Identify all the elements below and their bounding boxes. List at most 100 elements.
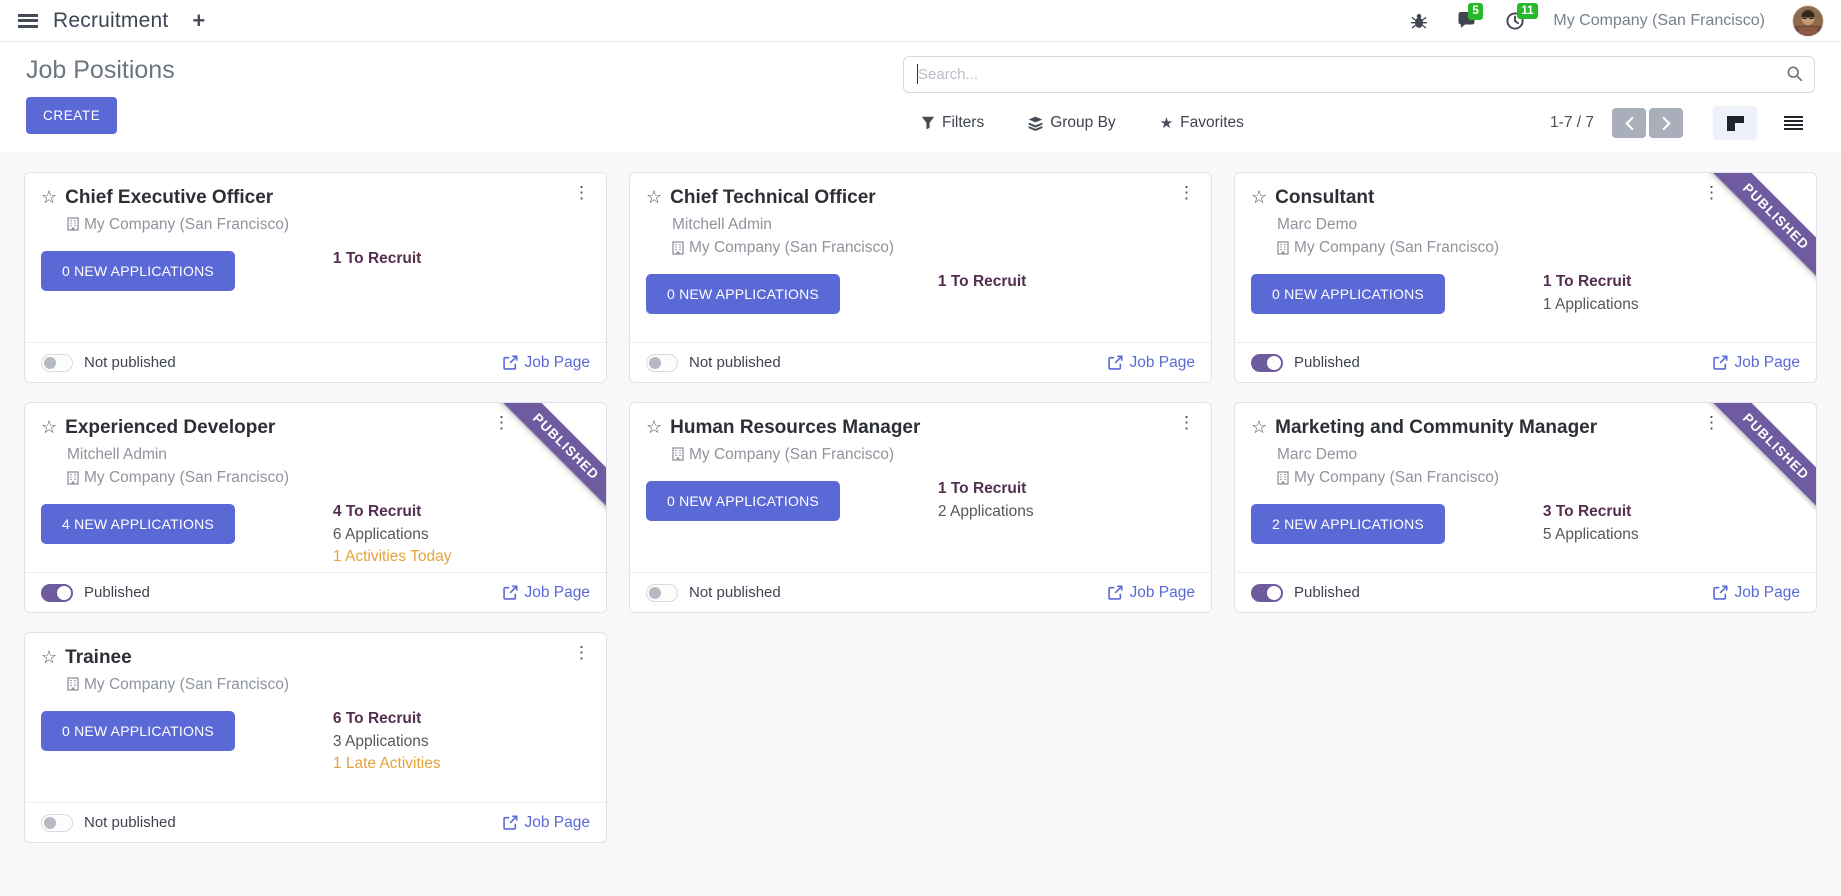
plus-icon[interactable]: + (192, 10, 205, 32)
card-footer: Not published Job Page (630, 342, 1211, 382)
search-icon[interactable] (1786, 65, 1803, 87)
app-title: Recruitment (53, 9, 168, 33)
favorite-star-icon[interactable]: ☆ (41, 646, 57, 669)
favorite-star-icon[interactable]: ☆ (1251, 416, 1267, 439)
applications-stat[interactable]: 1 Applications (1543, 297, 1639, 313)
card-footer: Published Job Page (25, 572, 606, 612)
pager-next-button[interactable] (1649, 108, 1683, 138)
control-panel: Job Positions CREATE Filters Group By ★ … (0, 42, 1841, 152)
kebab-menu-icon[interactable]: ⋮ (573, 644, 590, 661)
new-applications-button[interactable]: 2 NEW APPLICATIONS (1251, 504, 1445, 544)
user-avatar[interactable] (1793, 6, 1823, 36)
list-view-button[interactable] (1771, 106, 1815, 140)
company-name: My Company (San Francisco) (689, 236, 894, 259)
kebab-menu-icon[interactable]: ⋮ (493, 414, 510, 431)
favorite-star-icon[interactable]: ☆ (646, 186, 662, 209)
publish-status-label: Published (1294, 354, 1360, 371)
publish-toggle[interactable] (41, 354, 73, 372)
activity-stat[interactable]: 1 Late Activities (333, 756, 441, 772)
building-icon (672, 447, 684, 461)
publish-toggle[interactable] (1251, 354, 1283, 372)
publish-toggle[interactable] (646, 584, 678, 602)
building-icon (1277, 241, 1289, 255)
kanban-view-button[interactable] (1713, 106, 1757, 140)
apps-menu-icon[interactable] (18, 14, 38, 28)
to-recruit-stat: 1 To Recruit (333, 251, 421, 267)
publish-status-label: Published (84, 584, 150, 601)
job-title: Consultant (1275, 186, 1374, 210)
recruiter-name: Marc Demo (1277, 443, 1357, 466)
company-name: My Company (San Francisco) (84, 673, 289, 696)
kebab-menu-icon[interactable]: ⋮ (1178, 414, 1195, 431)
job-page-label: Job Page (525, 814, 591, 832)
job-page-link[interactable]: Job Page (503, 584, 591, 602)
kebab-menu-icon[interactable]: ⋮ (573, 184, 590, 201)
favorite-star-icon[interactable]: ☆ (1251, 186, 1267, 209)
favorite-star-icon[interactable]: ☆ (41, 416, 57, 439)
job-page-label: Job Page (525, 584, 591, 602)
new-applications-button[interactable]: 4 NEW APPLICATIONS (41, 504, 235, 544)
published-ribbon-label: PUBLISHED (498, 403, 606, 513)
publish-toggle[interactable] (41, 814, 73, 832)
card-stats: 1 To Recruit (938, 274, 1026, 297)
new-applications-button[interactable]: 0 NEW APPLICATIONS (646, 481, 840, 521)
page-title: Job Positions (26, 56, 175, 85)
kebab-menu-icon[interactable]: ⋮ (1703, 414, 1720, 431)
filters-label: Filters (942, 114, 984, 132)
pager-previous-button[interactable] (1612, 108, 1646, 138)
search-input[interactable] (903, 56, 1815, 93)
group-by-menu[interactable]: Group By (1028, 114, 1115, 132)
publish-toggle[interactable] (1251, 584, 1283, 602)
building-icon (67, 677, 79, 691)
company-line: My Company (San Francisco) (67, 213, 606, 236)
new-applications-button[interactable]: 0 NEW APPLICATIONS (646, 274, 840, 314)
text-caret (917, 64, 918, 84)
create-button[interactable]: CREATE (26, 97, 117, 134)
messages-count-badge: 5 (1468, 3, 1482, 20)
applications-stat[interactable]: 5 Applications (1543, 527, 1639, 543)
job-position-card[interactable]: PUBLISHED ⋮ ☆ Experienced Developer Mitc… (24, 402, 607, 613)
job-page-link[interactable]: Job Page (503, 354, 591, 372)
favorite-star-icon[interactable]: ☆ (646, 416, 662, 439)
new-applications-button[interactable]: 0 NEW APPLICATIONS (1251, 274, 1445, 314)
new-applications-button[interactable]: 0 NEW APPLICATIONS (41, 711, 235, 751)
to-recruit-stat: 1 To Recruit (938, 481, 1034, 497)
applications-stat[interactable]: 2 Applications (938, 504, 1034, 520)
job-page-link[interactable]: Job Page (503, 814, 591, 832)
favorites-menu[interactable]: ★ Favorites (1160, 114, 1244, 132)
debug-bug-icon[interactable] (1410, 12, 1428, 30)
job-page-link[interactable]: Job Page (1108, 584, 1196, 602)
card-stats: 3 To Recruit 5 Applications (1543, 504, 1639, 549)
filters-menu[interactable]: Filters (921, 114, 984, 132)
job-page-link[interactable]: Job Page (1713, 354, 1801, 372)
building-icon (67, 217, 79, 231)
company-switcher[interactable]: My Company (San Francisco) (1553, 12, 1765, 30)
kebab-menu-icon[interactable]: ⋮ (1178, 184, 1195, 201)
job-position-card[interactable]: PUBLISHED ⋮ ☆ Consultant Marc Demo My Co… (1234, 172, 1817, 383)
job-position-card[interactable]: ⋮ ☆ Human Resources Manager My Company (… (629, 402, 1212, 613)
applications-stat[interactable]: 3 Applications (333, 734, 441, 750)
job-title: Human Resources Manager (670, 416, 920, 440)
job-page-link[interactable]: Job Page (1713, 584, 1801, 602)
external-link-icon (503, 355, 518, 370)
publish-toggle[interactable] (41, 584, 73, 602)
job-position-card[interactable]: ⋮ ☆ Trainee My Company (San Francisco) 0… (24, 632, 607, 843)
published-ribbon: PUBLISHED (496, 403, 606, 513)
messages-icon[interactable]: 5 (1456, 11, 1477, 30)
kebab-menu-icon[interactable]: ⋮ (1703, 184, 1720, 201)
favorite-star-icon[interactable]: ☆ (41, 186, 57, 209)
new-applications-button[interactable]: 0 NEW APPLICATIONS (41, 251, 235, 291)
job-position-card[interactable]: PUBLISHED ⋮ ☆ Marketing and Community Ma… (1234, 402, 1817, 613)
job-position-card[interactable]: ⋮ ☆ Chief Executive Officer My Company (… (24, 172, 607, 383)
publish-toggle[interactable] (646, 354, 678, 372)
published-ribbon-label: PUBLISHED (1708, 403, 1816, 513)
activity-stat[interactable]: 1 Activities Today (333, 549, 452, 565)
external-link-icon (1713, 585, 1728, 600)
applications-stat[interactable]: 6 Applications (333, 527, 452, 543)
card-footer: Published Job Page (1235, 342, 1816, 382)
job-page-link[interactable]: Job Page (1108, 354, 1196, 372)
job-position-card[interactable]: ⋮ ☆ Chief Technical Officer Mitchell Adm… (629, 172, 1212, 383)
activities-clock-icon[interactable]: 11 (1505, 11, 1525, 31)
company-name: My Company (San Francisco) (84, 466, 289, 489)
kanban-grid: ⋮ ☆ Chief Executive Officer My Company (… (24, 172, 1817, 843)
